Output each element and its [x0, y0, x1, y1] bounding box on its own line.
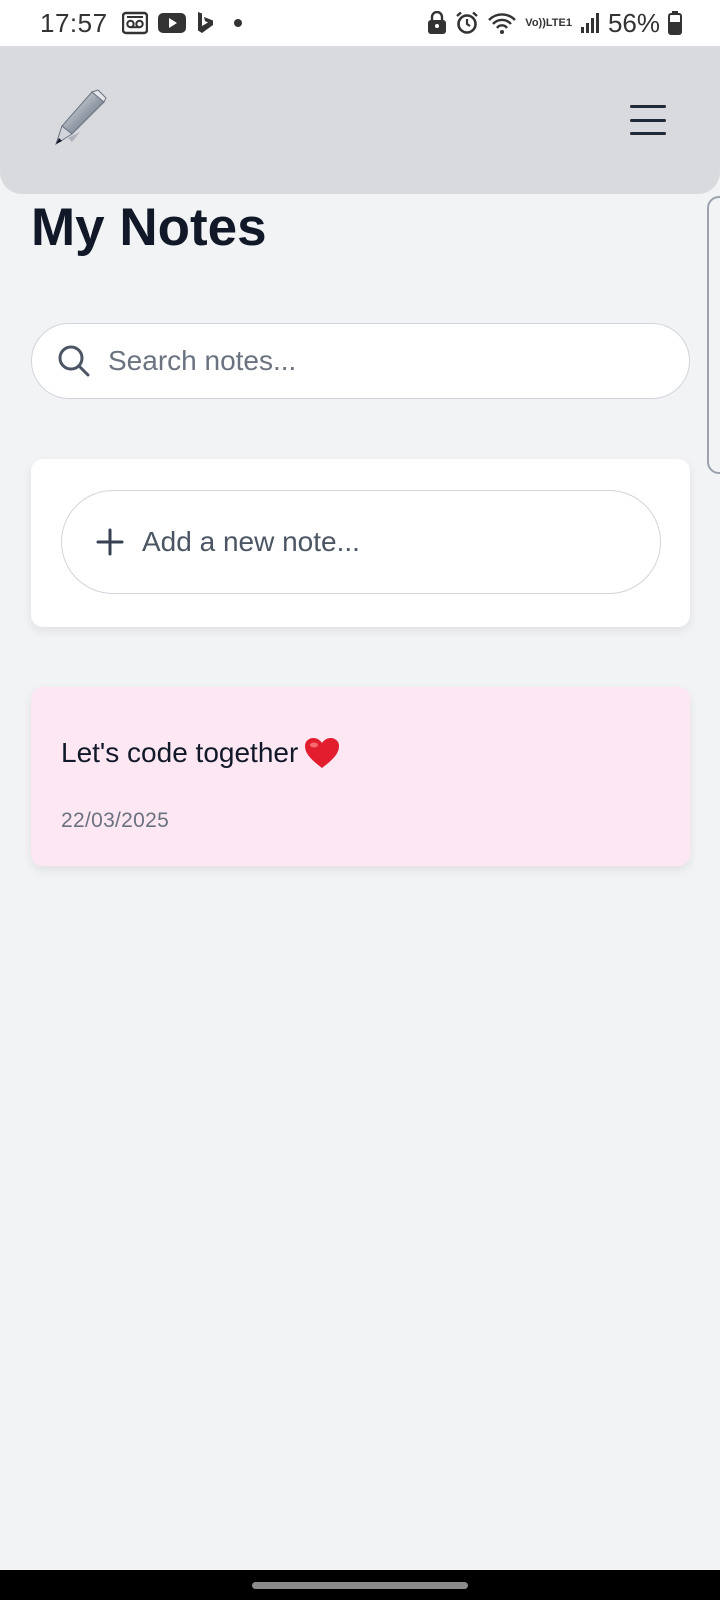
app-header [0, 46, 720, 194]
search-input[interactable] [106, 344, 670, 378]
search-icon [58, 345, 90, 377]
status-left: 17:57 [40, 8, 242, 39]
add-note-card: Add a new note... [31, 459, 690, 627]
pen-icon[interactable] [52, 88, 108, 148]
menu-line [630, 118, 666, 122]
add-note-label: Add a new note... [142, 526, 360, 557]
note-card[interactable]: Let's code together 22/03/2025 [31, 687, 690, 866]
side-panel-handle[interactable] [707, 196, 720, 474]
add-note-button[interactable]: Add a new note... [61, 490, 661, 594]
note-content: Let's code together [61, 737, 340, 769]
menu-line [630, 132, 666, 135]
status-bar: 17:57 Vo)) LTE1 56% [0, 0, 720, 46]
battery-icon [668, 11, 682, 35]
wifi-icon [487, 11, 517, 35]
plus-icon [96, 528, 124, 556]
home-gesture-pill[interactable] [252, 1582, 468, 1589]
notification-dot [233, 19, 242, 27]
network-label-top: Vo)) [525, 17, 546, 29]
network-label: Vo)) LTE1 [525, 17, 572, 29]
hamburger-menu-icon[interactable] [630, 102, 670, 138]
lock-icon [427, 11, 447, 35]
note-text: Let's code together [61, 737, 299, 768]
status-time: 17:57 [40, 7, 108, 38]
bing-icon [196, 11, 214, 35]
signal-icon [580, 12, 600, 34]
status-right: Vo)) LTE1 56% [427, 8, 682, 39]
battery-percent: 56% [607, 7, 660, 38]
youtube-icon [157, 12, 186, 34]
alarm-icon [455, 11, 479, 35]
search-box[interactable] [31, 323, 690, 399]
menu-line [630, 105, 666, 108]
network-label-bottom: LTE1 [545, 17, 572, 29]
page-title: My Notes [31, 198, 267, 257]
heart-icon [305, 738, 340, 768]
system-nav-bar [0, 1570, 720, 1600]
voicemail-icon [121, 11, 148, 35]
note-date: 22/03/2025 [61, 809, 170, 832]
